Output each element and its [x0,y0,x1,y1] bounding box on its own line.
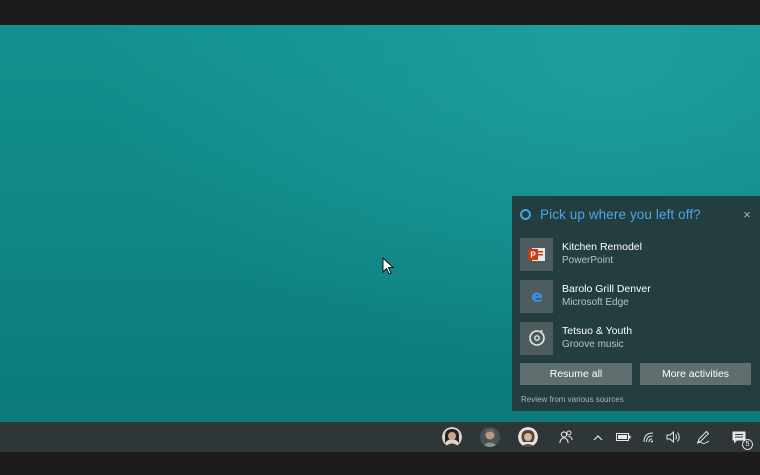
pen-workspace-icon[interactable] [694,422,712,452]
volume-icon[interactable] [664,422,682,452]
review-sources-text: Review from various sources [521,395,624,404]
resume-all-button[interactable]: Resume all [520,363,632,385]
cortana-icon [520,208,531,220]
panel-title: Pick up where you left off? [540,206,701,222]
contact-avatar-3[interactable] [517,422,539,452]
svg-text:e: e [531,288,543,304]
action-center-icon[interactable]: 5 [727,422,753,452]
activity-title: Kitchen Remodel [562,241,642,253]
wifi-icon[interactable] [641,422,657,452]
activity-suggestion-panel: Pick up where you left off? × P Kitchen … [512,196,760,411]
battery-icon[interactable] [614,422,632,452]
top-letterbox [0,0,760,25]
activity-app-name: PowerPoint [562,255,614,266]
activity-title: Barolo Grill Denver [562,283,651,295]
close-icon[interactable]: × [740,207,754,222]
more-activities-button[interactable]: More activities [640,363,751,385]
activity-item-tetsuo-youth[interactable]: Tetsuo & Youth Groove music [520,321,752,355]
panel-header: Pick up where you left off? × [520,204,754,224]
people-icon[interactable] [557,422,575,452]
contact-avatar-1[interactable] [441,422,463,452]
svg-text:P: P [530,250,536,259]
activity-app-name: Microsoft Edge [562,297,629,308]
chevron-up-icon[interactable] [591,422,605,452]
contact-avatar-2[interactable] [479,422,501,452]
groove-music-icon [520,321,553,355]
avatar [442,427,462,447]
edge-icon: e [520,279,553,313]
avatar [518,427,538,447]
powerpoint-icon: P [520,237,553,271]
avatar [480,427,500,447]
notification-count-badge: 5 [742,439,753,450]
bottom-letterbox [0,452,760,475]
taskbar: 5 [0,422,760,452]
activity-item-kitchen-remodel[interactable]: P Kitchen Remodel PowerPoint [520,237,752,271]
activity-title: Tetsuo & Youth [562,325,633,337]
activity-item-barolo-grill[interactable]: e Barolo Grill Denver Microsoft Edge [520,279,752,313]
activity-app-name: Groove music [562,339,624,350]
mouse-cursor-icon [382,257,394,275]
